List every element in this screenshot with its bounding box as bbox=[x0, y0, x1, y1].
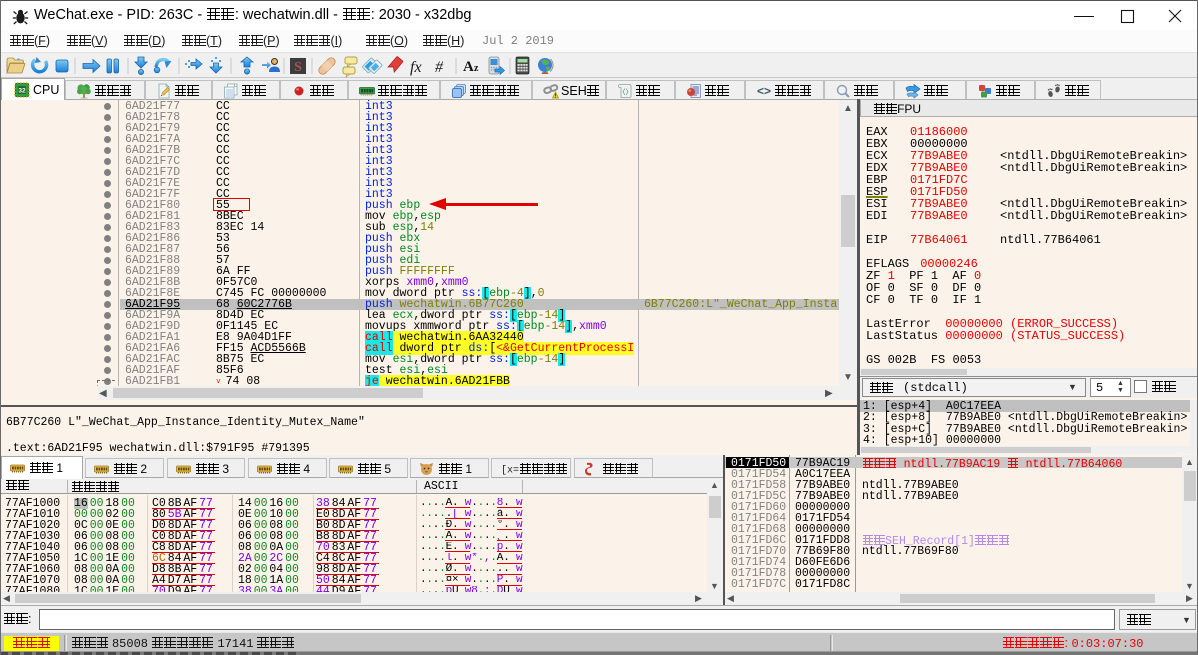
svg-text:!: ! bbox=[555, 93, 557, 99]
svg-text:〈〉: 〈〉 bbox=[619, 88, 633, 96]
svg-text:[x=]: [x=] bbox=[501, 465, 519, 476]
svg-text:A: A bbox=[463, 59, 474, 75]
svg-text:S: S bbox=[294, 60, 302, 75]
svg-text:32: 32 bbox=[18, 88, 26, 95]
svg-text:#: # bbox=[435, 59, 444, 76]
svg-text:z: z bbox=[474, 63, 479, 74]
svg-text:fx: fx bbox=[410, 59, 422, 76]
svg-text:<>: <> bbox=[757, 84, 771, 98]
